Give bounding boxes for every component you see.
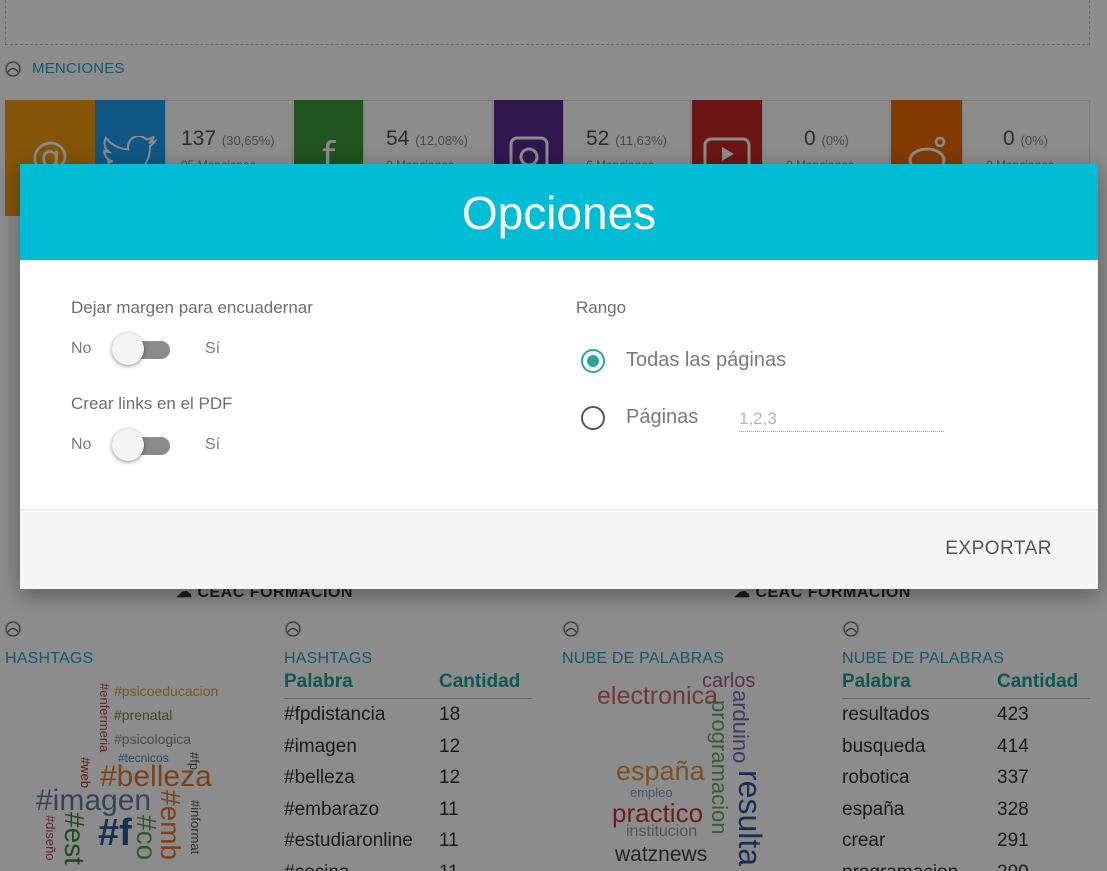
margin-switch-off-label: No xyxy=(71,340,92,357)
margin-option-label: Dejar margen para encuadernar xyxy=(71,298,313,317)
dialog-footer: EXPORTAR xyxy=(20,509,1098,589)
dialog-header: Opciones xyxy=(20,164,1098,260)
range-all-label[interactable]: Todas las páginas xyxy=(626,349,786,372)
range-all-radio[interactable] xyxy=(581,349,605,373)
range-pages-label[interactable]: Páginas xyxy=(626,406,698,429)
pages-input[interactable] xyxy=(739,406,944,432)
margin-switch-on-label: Sí xyxy=(205,340,221,357)
dialog-body: Dejar margen para encuadernar No Sí Crea… xyxy=(20,260,1098,510)
links-toggle[interactable] xyxy=(112,428,172,462)
export-button[interactable]: EXPORTAR xyxy=(945,538,1052,560)
dialog-title: Opciones xyxy=(461,187,657,239)
toggle-knob xyxy=(112,333,144,365)
links-option-label: Crear links en el PDF xyxy=(71,394,233,413)
margin-toggle[interactable] xyxy=(112,332,172,366)
range-pages-radio[interactable] xyxy=(581,406,605,430)
options-dialog: Opciones Dejar margen para encuadernar N… xyxy=(20,164,1098,589)
links-switch-on-label: Sí xyxy=(205,436,221,453)
range-label: Rango xyxy=(576,298,627,317)
links-switch-off-label: No xyxy=(71,436,92,453)
toggle-knob xyxy=(112,429,144,461)
